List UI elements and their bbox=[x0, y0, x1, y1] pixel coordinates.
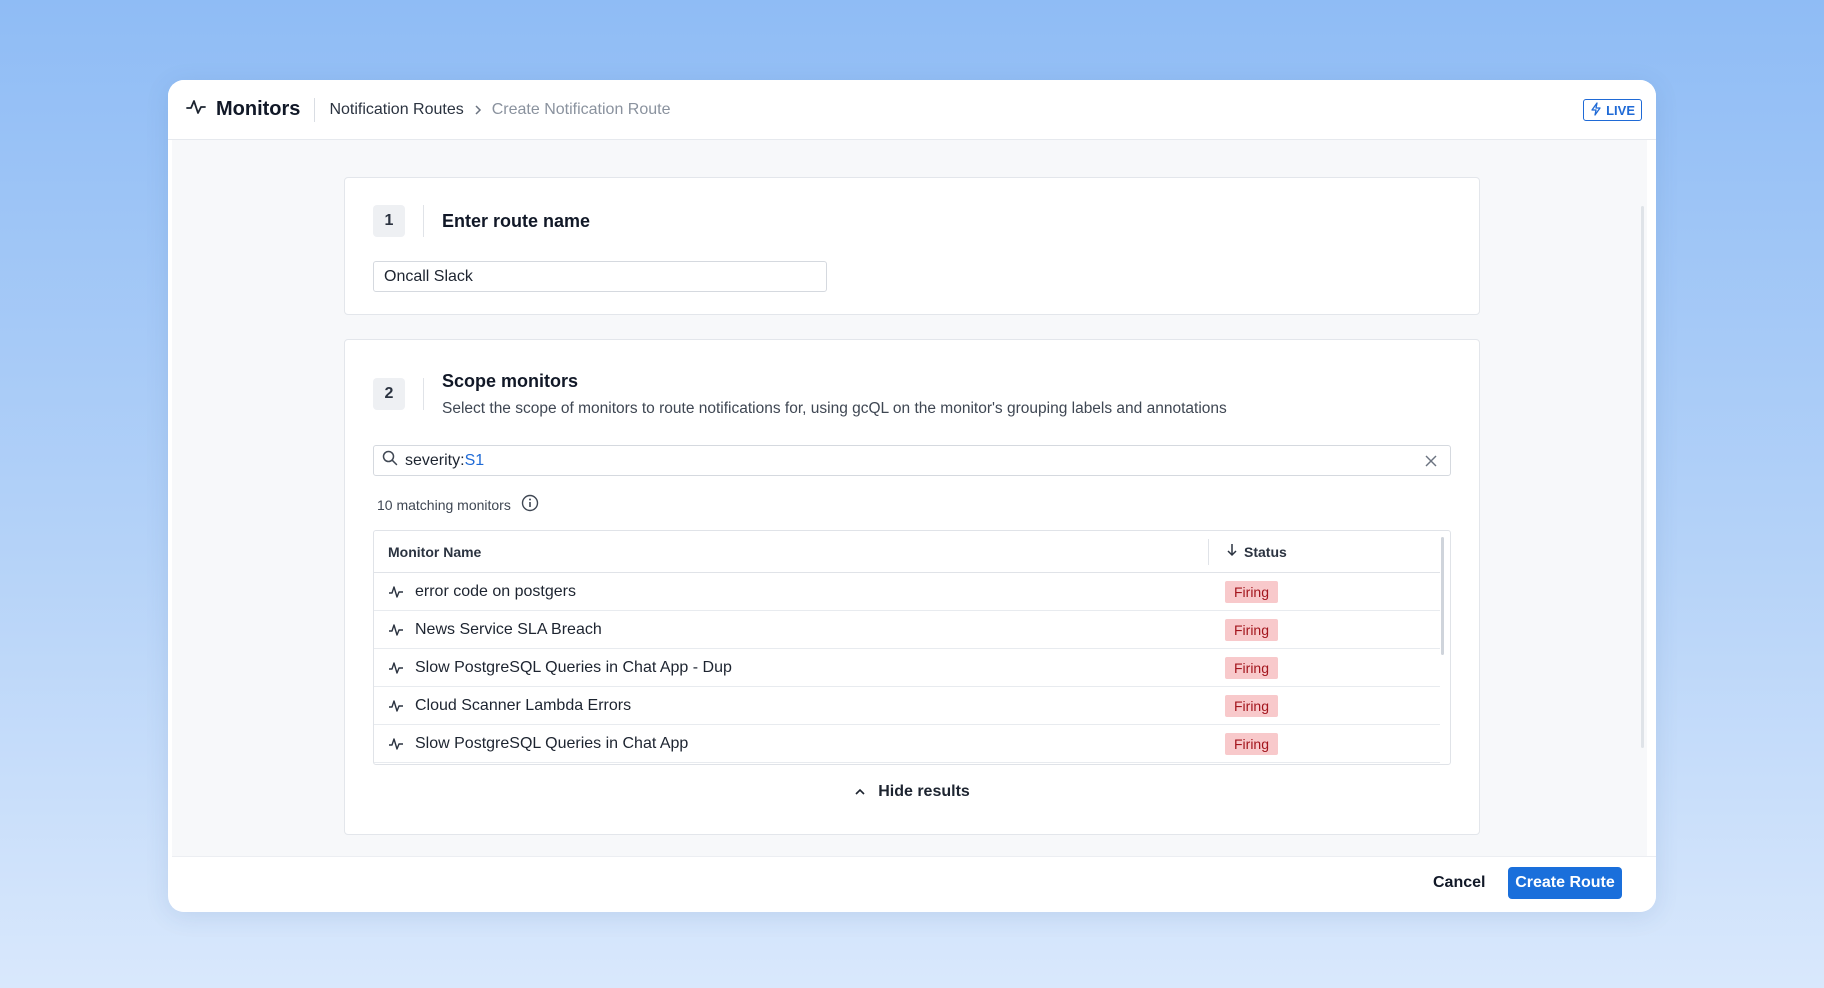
app-title: Monitors bbox=[216, 98, 301, 120]
breadcrumb-current: Create Notification Route bbox=[491, 100, 671, 118]
live-toggle-button[interactable]: LIVE bbox=[1583, 99, 1642, 121]
cancel-button[interactable]: Cancel bbox=[1423, 867, 1495, 899]
gcql-search-input[interactable]: severity:S1 bbox=[373, 445, 1451, 476]
chevron-right-icon bbox=[474, 104, 482, 116]
brand[interactable]: Monitors bbox=[186, 98, 300, 121]
step-number: 2 bbox=[373, 378, 405, 410]
main-content: 1 Enter route name Oncall Slack 2 Scope … bbox=[172, 140, 1647, 856]
step-title: Enter route name bbox=[442, 211, 591, 231]
route-name-value: Oncall Slack bbox=[384, 267, 473, 285]
step-scope-monitors-card: 2 Scope monitors Select the scope of mon… bbox=[344, 339, 1480, 835]
content-scrollbar[interactable] bbox=[1641, 206, 1644, 748]
monitor-pulse-icon bbox=[388, 661, 404, 680]
match-count-text: 10 matching monitors bbox=[377, 496, 511, 513]
monitor-name: error code on postgers bbox=[415, 582, 576, 600]
footer-actions: Cancel Create Route bbox=[172, 856, 1656, 912]
monitor-pulse-icon bbox=[186, 99, 206, 120]
step-divider bbox=[423, 378, 424, 410]
table-row[interactable]: Slow PostgreSQL Queries in Chat App Firi… bbox=[374, 725, 1440, 763]
chevron-up-icon bbox=[854, 783, 866, 801]
monitor-name: Cloud Scanner Lambda Errors bbox=[415, 696, 632, 714]
column-header-monitor-name[interactable]: Monitor Name bbox=[388, 544, 481, 560]
live-label: LIVE bbox=[1606, 102, 1635, 118]
top-bar: Monitors Notification Routes Create Noti… bbox=[168, 80, 1656, 140]
monitor-pulse-icon bbox=[388, 737, 404, 756]
arrow-down-icon bbox=[1226, 543, 1238, 560]
status-badge: Firing bbox=[1225, 656, 1279, 679]
monitor-pulse-icon bbox=[388, 585, 404, 604]
search-value: S1 bbox=[464, 451, 485, 469]
hide-results-label: Hide results bbox=[878, 783, 970, 800]
step-title: Scope monitors bbox=[442, 371, 579, 391]
table-row[interactable]: News Service SLA Breach Firing bbox=[374, 611, 1440, 649]
monitor-pulse-icon bbox=[388, 623, 404, 642]
status-badge: Firing bbox=[1225, 580, 1279, 603]
status-header-label: Status bbox=[1244, 543, 1287, 560]
status-badge: Firing bbox=[1225, 694, 1279, 717]
search-icon bbox=[382, 450, 398, 471]
header-divider bbox=[314, 97, 316, 122]
column-divider bbox=[1208, 539, 1209, 565]
match-count: 10 matching monitors bbox=[377, 494, 539, 515]
breadcrumb-notification-routes[interactable]: Notification Routes bbox=[329, 101, 463, 119]
hide-results-button[interactable]: Hide results bbox=[345, 783, 1479, 801]
step-route-name-card: 1 Enter route name Oncall Slack bbox=[344, 177, 1480, 315]
monitor-pulse-icon bbox=[388, 699, 404, 718]
search-key: severity: bbox=[405, 451, 465, 469]
search-query: severity:S1 bbox=[405, 452, 484, 470]
lightning-icon bbox=[1590, 101, 1602, 119]
info-icon[interactable] bbox=[521, 494, 539, 515]
step-description: Select the scope of monitors to route no… bbox=[442, 400, 1227, 417]
monitor-name: Slow PostgreSQL Queries in Chat App - Du… bbox=[415, 658, 732, 676]
close-icon[interactable] bbox=[1424, 454, 1438, 473]
monitors-table: Monitor Name Status error code on postge… bbox=[373, 530, 1451, 765]
monitor-name: Slow PostgreSQL Queries in Chat App bbox=[415, 734, 689, 752]
route-name-input[interactable]: Oncall Slack bbox=[373, 261, 827, 292]
status-badge: Firing bbox=[1225, 732, 1279, 755]
app-window: Monitors Notification Routes Create Noti… bbox=[168, 80, 1656, 912]
table-row[interactable]: Cloud Scanner Lambda Errors Firing bbox=[374, 687, 1440, 725]
step-number: 1 bbox=[373, 205, 405, 237]
table-scrollbar[interactable] bbox=[1441, 537, 1444, 655]
monitor-name: News Service SLA Breach bbox=[415, 620, 602, 638]
step-divider bbox=[423, 205, 424, 237]
create-route-button[interactable]: Create Route bbox=[1508, 867, 1622, 899]
status-badge: Firing bbox=[1225, 618, 1279, 641]
column-header-status[interactable]: Status bbox=[1226, 543, 1287, 560]
table-row[interactable]: Slow PostgreSQL Queries in Chat App - Du… bbox=[374, 649, 1440, 687]
table-header: Monitor Name Status bbox=[374, 531, 1440, 573]
table-row[interactable]: error code on postgers Firing bbox=[374, 573, 1440, 611]
